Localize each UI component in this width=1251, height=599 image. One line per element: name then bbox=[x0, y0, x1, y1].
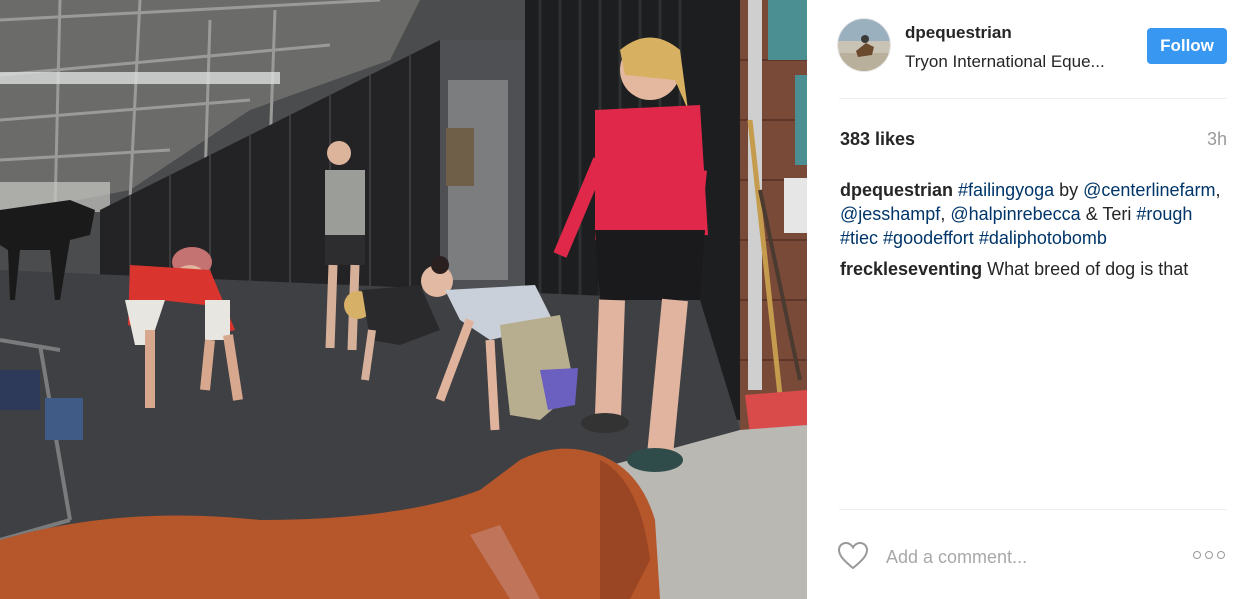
post-time[interactable]: 3h bbox=[1207, 129, 1227, 150]
post-header: dpequestrian Tryon International Eque...… bbox=[837, 18, 1227, 78]
more-options-icon[interactable] bbox=[1193, 548, 1229, 562]
caption-tag-link[interactable]: @halpinrebecca bbox=[950, 204, 1080, 224]
avatar[interactable] bbox=[837, 18, 891, 72]
caption-comment: dpequestrian #failingyoga by @centerline… bbox=[840, 178, 1235, 250]
comments-list: dpequestrian #failingyoga by @centerline… bbox=[840, 178, 1235, 281]
caption-tag-link[interactable]: #tiec bbox=[840, 228, 878, 248]
divider bbox=[839, 509, 1227, 510]
caption-tag-link[interactable]: #failingyoga bbox=[958, 180, 1054, 200]
post-location[interactable]: Tryon International Eque... bbox=[905, 52, 1135, 72]
heart-icon[interactable] bbox=[837, 541, 869, 571]
reply-username[interactable]: freckleseventing bbox=[840, 259, 982, 279]
caption-tag-link[interactable]: @jesshampf bbox=[840, 204, 940, 224]
divider bbox=[839, 98, 1227, 99]
caption-tag-link[interactable]: #rough bbox=[1136, 204, 1192, 224]
caption-text-segment: by bbox=[1054, 180, 1084, 200]
follow-button[interactable]: Follow bbox=[1147, 28, 1227, 64]
reply-text: What breed of dog is that bbox=[987, 259, 1189, 279]
post-side-panel: dpequestrian Tryon International Eque...… bbox=[807, 0, 1251, 599]
post-photo[interactable] bbox=[0, 0, 807, 599]
caption-username[interactable]: dpequestrian bbox=[840, 180, 953, 200]
caption-text-segment: & Teri bbox=[1080, 204, 1137, 224]
dot bbox=[1193, 551, 1201, 559]
dot bbox=[1217, 551, 1225, 559]
post-username[interactable]: dpequestrian bbox=[905, 23, 1012, 43]
caption-tag-link[interactable]: #goodeffort bbox=[883, 228, 974, 248]
likes-count[interactable]: 383 likes bbox=[840, 129, 915, 150]
caption-text-segment: , bbox=[940, 204, 951, 224]
add-comment-input[interactable] bbox=[886, 544, 1176, 570]
dot bbox=[1205, 551, 1213, 559]
caption-tag-link[interactable]: @centerlinefarm bbox=[1083, 180, 1215, 200]
caption-text-segment: , bbox=[1215, 180, 1221, 200]
reply-comment: freckleseventing What breed of dog is th… bbox=[840, 257, 1235, 281]
caption-tag-link[interactable]: #daliphotobomb bbox=[979, 228, 1107, 248]
